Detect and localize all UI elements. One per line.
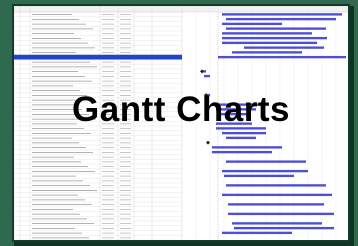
gantt-bar	[212, 150, 272, 154]
gantt-bar	[222, 193, 332, 197]
gantt-bar	[226, 136, 256, 140]
gantt-bar	[228, 212, 334, 216]
sheet-header	[14, 6, 348, 13]
gantt-bar	[232, 222, 322, 225]
slide-background: Gantt Charts	[0, 0, 358, 246]
gantt-bar	[222, 131, 266, 135]
sheet-summary-row	[14, 54, 182, 60]
gantt-bar	[226, 160, 306, 163]
gantt-bar	[222, 32, 312, 35]
gantt-bar	[234, 226, 334, 230]
gantt-bar	[226, 27, 326, 30]
gantt-bar	[226, 17, 336, 21]
slide-card: Gantt Charts	[14, 6, 348, 240]
gantt-bar	[222, 36, 327, 40]
gantt-bar	[232, 51, 302, 54]
gantt-bar	[204, 74, 210, 78]
gantt-bar	[224, 174, 294, 178]
slide-title: Gantt Charts	[72, 90, 290, 129]
gantt-bar	[212, 146, 282, 149]
gantt-bar	[222, 231, 292, 235]
gantt-bar	[226, 184, 326, 187]
gantt-bar	[244, 46, 324, 49]
gantt-bar	[218, 55, 346, 59]
gantt-bar	[222, 13, 342, 16]
gantt-bar	[222, 41, 317, 45]
gantt-bar	[222, 22, 282, 26]
gantt-bar	[222, 169, 308, 173]
gantt-bar	[228, 203, 324, 206]
gantt-milestone-marker	[200, 69, 204, 74]
gantt-milestone-marker	[206, 140, 210, 145]
